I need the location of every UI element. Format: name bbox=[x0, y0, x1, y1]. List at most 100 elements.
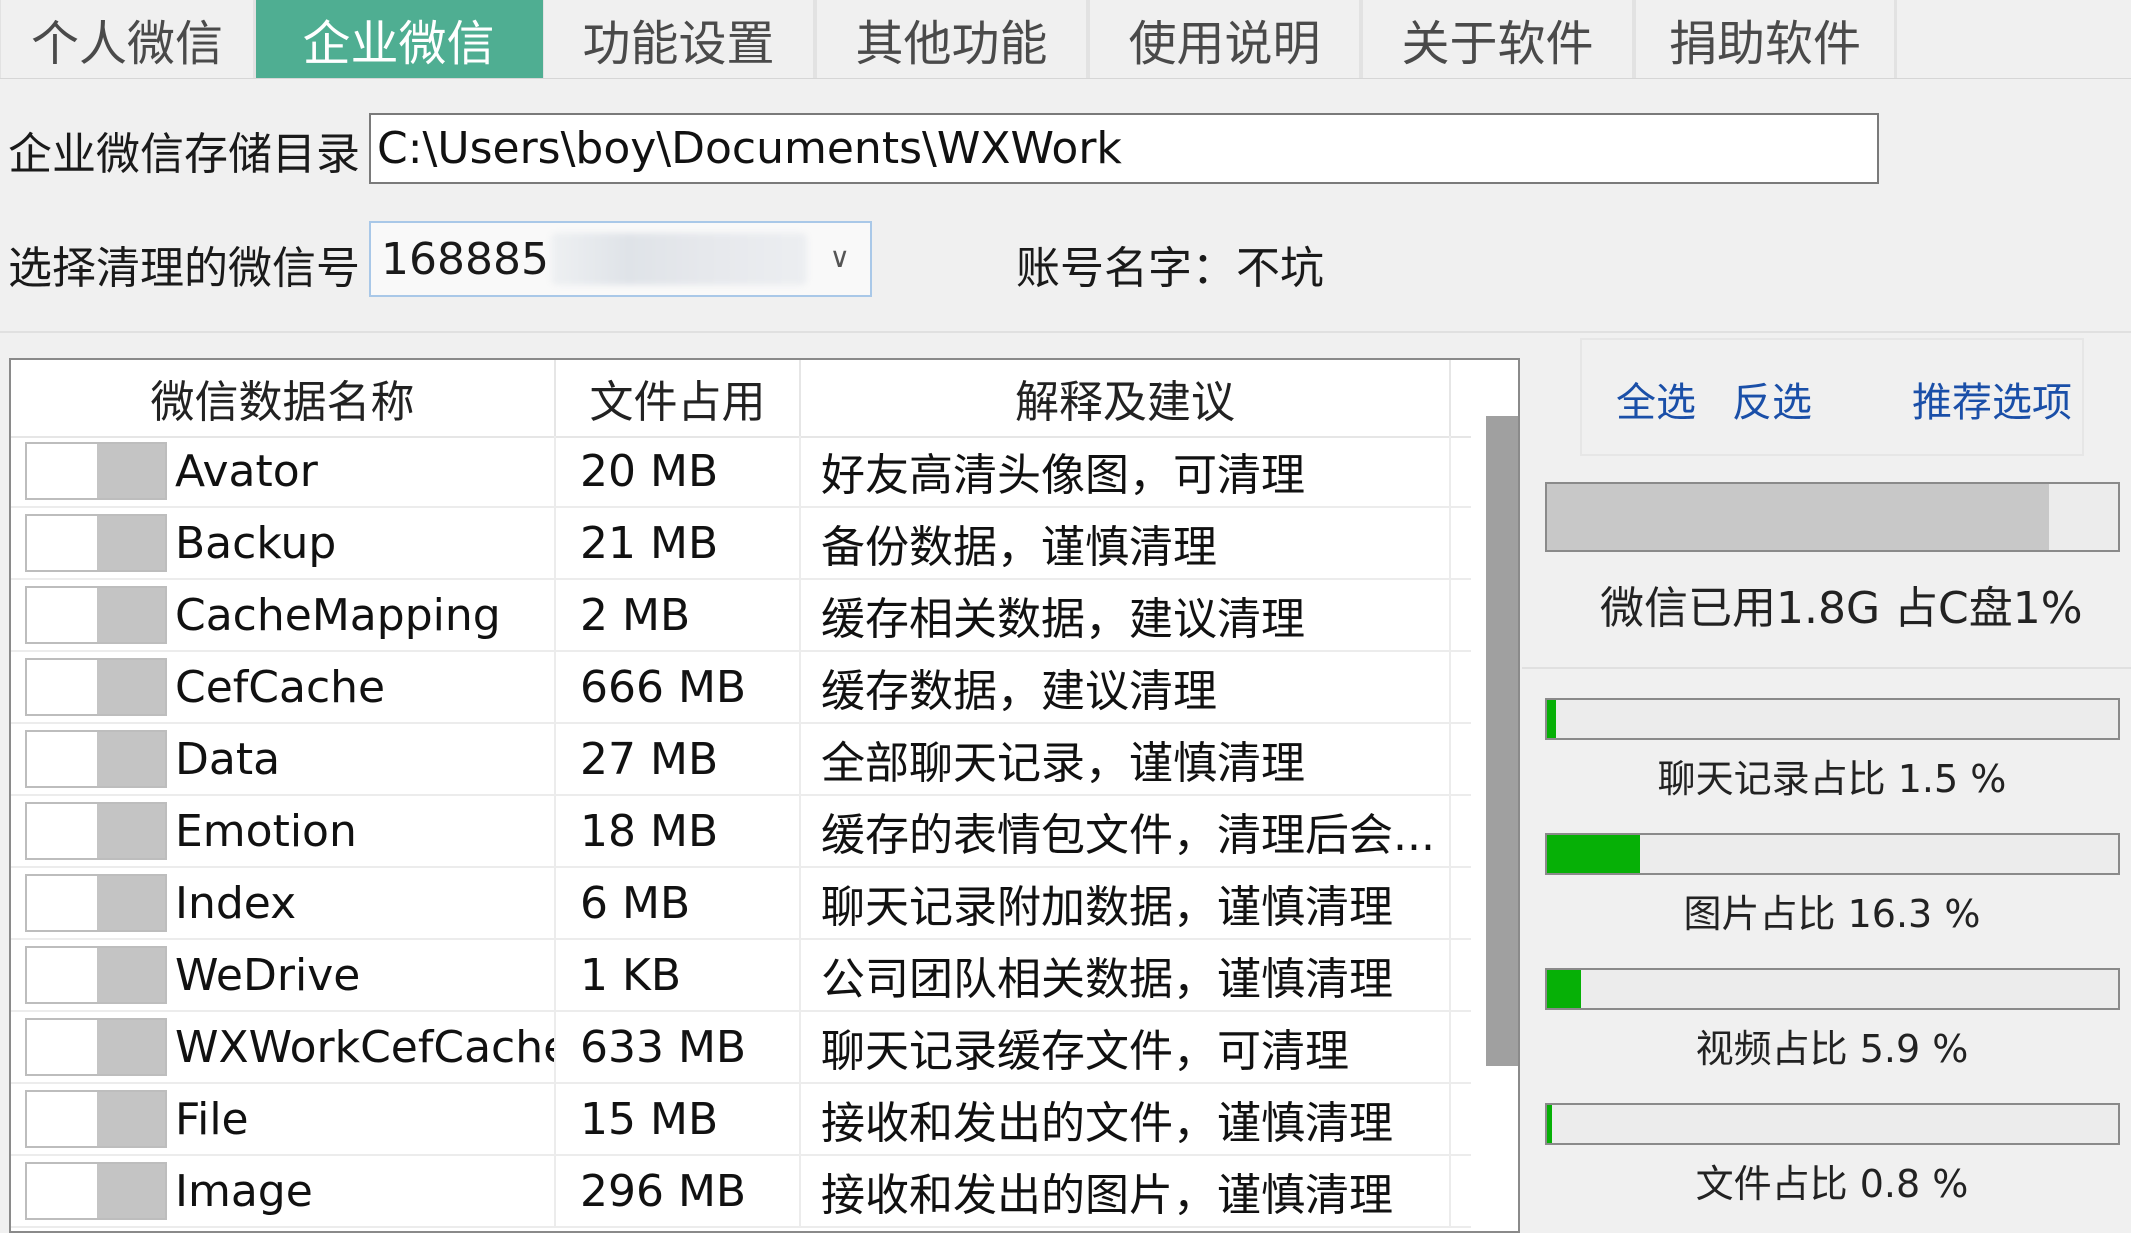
total-usage-fill bbox=[1547, 484, 2050, 550]
storage-dir-input[interactable]: C:\Users\boy\Documents\WXWork bbox=[369, 113, 1879, 184]
table-row[interactable]: Avator 20 MB 好友高清头像图，可清理 bbox=[11, 436, 1471, 508]
note-cell: 缓存数据，建议清理 bbox=[801, 652, 1451, 722]
row-toggle[interactable] bbox=[25, 1090, 167, 1148]
tab-instructions[interactable]: 使用说明 bbox=[1089, 0, 1362, 78]
table-row[interactable]: CacheMapping 2 MB 缓存相关数据，建议清理 bbox=[11, 580, 1471, 652]
size-cell: 20 MB bbox=[556, 436, 801, 506]
select-all-link[interactable]: 全选 bbox=[1616, 340, 1696, 458]
row-toggle[interactable] bbox=[25, 658, 167, 716]
note-cell: 接收和发出的图片，谨慎清理 bbox=[801, 1156, 1451, 1226]
size-cell: 666 MB bbox=[556, 652, 801, 722]
row-toggle[interactable] bbox=[25, 1018, 167, 1076]
disk-usage-text: 占C盘1% bbox=[1894, 583, 2083, 634]
ratio-label: 视频占比 5.9 % bbox=[1695, 1027, 1969, 1071]
folder-name: Backup bbox=[175, 517, 337, 569]
table-row[interactable]: CefCache 666 MB 缓存数据，建议清理 bbox=[11, 652, 1471, 724]
name-cell: Avator bbox=[11, 436, 556, 506]
name-cell: CacheMapping bbox=[11, 580, 556, 650]
ratio-bar bbox=[1545, 698, 2120, 740]
table-row[interactable]: Image 296 MB 接收和发出的图片，谨慎清理 bbox=[11, 1156, 1471, 1228]
tab-enterprise-wechat[interactable]: 企业微信 bbox=[256, 0, 543, 78]
row-toggle[interactable] bbox=[25, 586, 167, 644]
list-header: 微信数据名称 文件占用 解释及建议 bbox=[11, 360, 1471, 438]
toggle-knob bbox=[97, 516, 165, 570]
account-name: 账号名字：不坑 bbox=[1016, 243, 1324, 294]
table-row[interactable]: WeDrive 1 KB 公司团队相关数据，谨慎清理 bbox=[11, 940, 1471, 1012]
ratio-bar bbox=[1545, 833, 2120, 875]
toggle-knob bbox=[97, 804, 165, 858]
name-cell: File bbox=[11, 1084, 556, 1154]
folder-name: WeDrive bbox=[175, 949, 361, 1001]
row-toggle[interactable] bbox=[25, 874, 167, 932]
folder-name: Emotion bbox=[175, 805, 357, 857]
ratio-bar bbox=[1545, 1103, 2120, 1145]
row-toggle[interactable] bbox=[25, 802, 167, 860]
folder-name: CefCache bbox=[175, 661, 386, 713]
size-cell: 2 MB bbox=[556, 580, 801, 650]
name-cell: Image bbox=[11, 1156, 556, 1226]
ratio-bar-fill bbox=[1547, 835, 1641, 873]
table-row[interactable]: Backup 21 MB 备份数据，谨慎清理 bbox=[11, 508, 1471, 580]
folder-name: File bbox=[175, 1093, 249, 1145]
header-note[interactable]: 解释及建议 bbox=[801, 360, 1451, 436]
toggle-knob bbox=[97, 1092, 165, 1146]
row-toggle[interactable] bbox=[25, 442, 167, 500]
table-row[interactable]: WXWorkCefCache 633 MB 聊天记录缓存文件，可清理 bbox=[11, 1012, 1471, 1084]
toggle-knob bbox=[97, 1020, 165, 1074]
row-toggle[interactable] bbox=[25, 514, 167, 572]
selection-actions: 全选 反选 推荐选项 bbox=[1580, 338, 2084, 456]
size-cell: 15 MB bbox=[556, 1084, 801, 1154]
divider bbox=[0, 331, 2131, 333]
size-cell: 18 MB bbox=[556, 796, 801, 866]
size-cell: 21 MB bbox=[556, 508, 801, 578]
table-row[interactable]: Index 6 MB 聊天记录附加数据，谨慎清理 bbox=[11, 868, 1471, 940]
name-cell: Index bbox=[11, 868, 556, 938]
name-cell: WeDrive bbox=[11, 940, 556, 1010]
name-cell: Backup bbox=[11, 508, 556, 578]
tab-donate[interactable]: 捐助软件 bbox=[1635, 0, 1897, 78]
ratio-bar-fill bbox=[1547, 700, 1556, 738]
header-name[interactable]: 微信数据名称 bbox=[11, 360, 556, 436]
table-row[interactable]: File 15 MB 接收和发出的文件，谨慎清理 bbox=[11, 1084, 1471, 1156]
ratio-label: 图片占比 16.3 % bbox=[1683, 892, 1981, 936]
data-list: 微信数据名称 文件占用 解释及建议 Avator 20 MB 好友高清头像图，可清理… bbox=[9, 358, 1520, 1233]
account-select-dropdown[interactable]: 168885 ∨ bbox=[369, 221, 872, 297]
row-toggle[interactable] bbox=[25, 730, 167, 788]
name-cell: Data bbox=[11, 724, 556, 794]
storage-dir-label: 企业微信存储目录 bbox=[8, 129, 360, 180]
tab-settings[interactable]: 功能设置 bbox=[543, 0, 816, 78]
name-cell: WXWorkCefCache bbox=[11, 1012, 556, 1082]
toggle-knob bbox=[97, 660, 165, 714]
total-usage-bar bbox=[1545, 482, 2120, 552]
tab-about[interactable]: 关于软件 bbox=[1362, 0, 1635, 78]
account-id-text: 168885 bbox=[381, 233, 549, 285]
scrollbar-thumb[interactable] bbox=[1486, 416, 1518, 1066]
note-cell: 接收和发出的文件，谨慎清理 bbox=[801, 1084, 1451, 1154]
toggle-knob bbox=[97, 588, 165, 642]
row-toggle[interactable] bbox=[25, 1162, 167, 1220]
header-size[interactable]: 文件占用 bbox=[556, 360, 801, 436]
folder-name: Image bbox=[175, 1165, 313, 1217]
tab-personal-wechat[interactable]: 个人微信 bbox=[0, 0, 256, 78]
note-cell: 全部聊天记录，谨慎清理 bbox=[801, 724, 1451, 794]
row-toggle[interactable] bbox=[25, 946, 167, 1004]
folder-name: CacheMapping bbox=[175, 589, 501, 641]
note-cell: 缓存的表情包文件，清理后会... bbox=[801, 796, 1451, 866]
recommended-options-link[interactable]: 推荐选项 bbox=[1912, 340, 2072, 458]
toggle-knob bbox=[97, 876, 165, 930]
tab-other-functions[interactable]: 其他功能 bbox=[816, 0, 1089, 78]
size-cell: 633 MB bbox=[556, 1012, 801, 1082]
name-cell: Emotion bbox=[11, 796, 556, 866]
table-row[interactable]: Data 27 MB 全部聊天记录，谨慎清理 bbox=[11, 724, 1471, 796]
ratio-label: 文件占比 0.8 % bbox=[1695, 1162, 1969, 1206]
folder-name: Avator bbox=[175, 445, 318, 497]
ratio-bar bbox=[1545, 968, 2120, 1010]
size-cell: 6 MB bbox=[556, 868, 801, 938]
folder-name: Data bbox=[175, 733, 281, 785]
note-cell: 聊天记录附加数据，谨慎清理 bbox=[801, 868, 1451, 938]
table-row[interactable]: Emotion 18 MB 缓存的表情包文件，清理后会... bbox=[11, 796, 1471, 868]
size-cell: 1 KB bbox=[556, 940, 801, 1010]
ratio-bar-fill bbox=[1547, 1105, 1552, 1143]
invert-selection-link[interactable]: 反选 bbox=[1732, 340, 1812, 458]
chevron-down-icon: ∨ bbox=[829, 241, 851, 274]
